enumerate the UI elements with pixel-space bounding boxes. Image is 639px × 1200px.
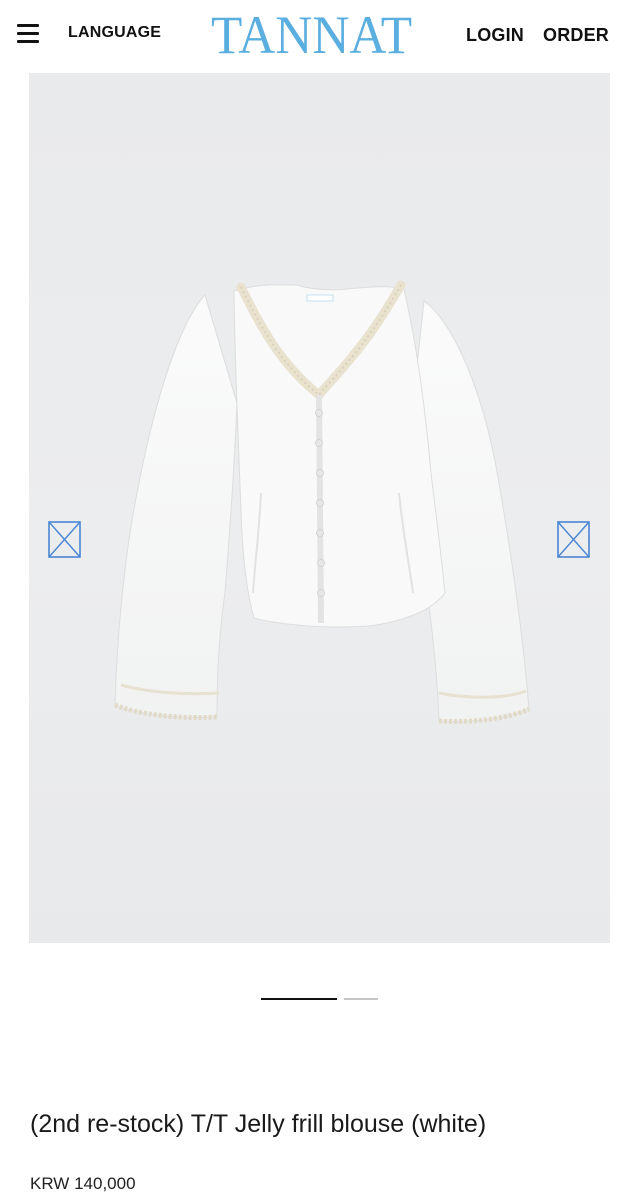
brand-logo[interactable]: TANNAT bbox=[211, 6, 412, 64]
next-image-icon[interactable] bbox=[557, 521, 590, 558]
order-link[interactable]: ORDER bbox=[543, 25, 609, 46]
language-link[interactable]: LANGUAGE bbox=[68, 24, 161, 42]
site-header: LANGUAGE TANNAT LOGIN ORDER bbox=[0, 0, 639, 72]
login-link[interactable]: LOGIN bbox=[466, 25, 524, 46]
product-image-gallery[interactable] bbox=[29, 73, 610, 943]
pagination-dot-2[interactable] bbox=[344, 998, 378, 1000]
pagination-dot-1[interactable] bbox=[261, 998, 337, 1000]
previous-image-icon[interactable] bbox=[48, 521, 81, 558]
product-price: KRW 140,000 bbox=[30, 1174, 136, 1193]
product-photo bbox=[114, 280, 531, 724]
hamburger-menu-icon[interactable] bbox=[17, 24, 39, 44]
gallery-pagination bbox=[0, 998, 639, 1002]
product-title: (2nd re-stock) T/T Jelly frill blouse (w… bbox=[30, 1110, 487, 1138]
